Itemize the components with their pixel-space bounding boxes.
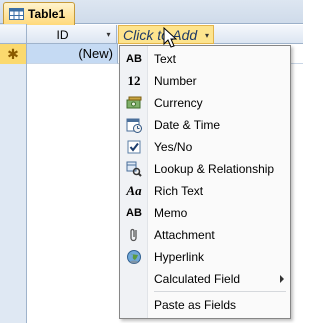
menu-item-label: Date & Time bbox=[154, 118, 221, 132]
currency-icon bbox=[120, 92, 148, 114]
text-icon: AB bbox=[126, 53, 142, 65]
menu-item-label: Memo bbox=[154, 206, 188, 220]
chevron-down-icon[interactable]: ▾ bbox=[104, 30, 113, 39]
datasheet-header-row: ID ▾ Click to Add ▾ bbox=[0, 25, 303, 44]
rich-text-icon: Aa bbox=[126, 183, 142, 198]
menu-item-paste-as-fields[interactable]: Paste as Fields bbox=[120, 294, 290, 316]
menu-item-label: Hyperlink bbox=[154, 250, 205, 264]
menu-item-icon-empty bbox=[120, 268, 148, 290]
menu-item-label: Attachment bbox=[154, 228, 215, 242]
menu-item-label: Calculated Field bbox=[154, 272, 241, 286]
column-header-id-label: ID bbox=[56, 27, 69, 42]
menu-item-text[interactable]: AB Text bbox=[120, 48, 290, 70]
table1-tab[interactable]: Table1 bbox=[3, 2, 75, 25]
menu-separator bbox=[154, 291, 286, 292]
menu-item-label: Paste as Fields bbox=[154, 298, 237, 312]
globe-icon bbox=[120, 246, 148, 268]
menu-item-rich-text[interactable]: Aa Rich Text bbox=[120, 180, 290, 202]
chevron-down-icon[interactable]: ▾ bbox=[205, 31, 209, 40]
table-icon bbox=[9, 8, 24, 20]
menu-item-label: Rich Text bbox=[154, 184, 204, 198]
mouse-pointer-icon bbox=[163, 26, 179, 49]
tab-title: Table1 bbox=[28, 7, 66, 21]
new-record-selector[interactable]: ✱ bbox=[0, 44, 27, 64]
lookup-icon bbox=[120, 158, 148, 180]
checkbox-icon bbox=[120, 136, 148, 158]
menu-item-memo[interactable]: AB Memo bbox=[120, 202, 290, 224]
menu-item-label: Yes/No bbox=[154, 140, 193, 154]
menu-item-label: Currency bbox=[154, 96, 203, 110]
memo-icon: AB bbox=[126, 207, 142, 219]
menu-item-yes-no[interactable]: Yes/No bbox=[120, 136, 290, 158]
field-type-menu: AB Text 12 Number Currency Date & Time Y… bbox=[119, 45, 291, 319]
menu-item-hyperlink[interactable]: Hyperlink bbox=[120, 246, 290, 268]
click-to-add-label: Click to Add bbox=[123, 26, 198, 43]
menu-item-attachment[interactable]: Attachment bbox=[120, 224, 290, 246]
record-selector-column bbox=[0, 24, 27, 323]
document-tab-strip: Table1 bbox=[0, 0, 303, 25]
menu-item-calculated-field[interactable]: Calculated Field bbox=[120, 268, 290, 290]
menu-item-label: Text bbox=[154, 52, 177, 66]
menu-item-icon-empty bbox=[120, 294, 148, 316]
paperclip-icon bbox=[120, 224, 148, 246]
menu-item-number[interactable]: 12 Number bbox=[120, 70, 290, 92]
id-cell[interactable]: (New) bbox=[27, 44, 118, 64]
column-header-id[interactable]: ID ▾ bbox=[27, 25, 117, 44]
calendar-icon bbox=[120, 114, 148, 136]
select-all-button[interactable] bbox=[0, 25, 27, 44]
menu-item-date-time[interactable]: Date & Time bbox=[120, 114, 290, 136]
submenu-arrow-icon bbox=[280, 275, 284, 283]
menu-item-label: Number bbox=[154, 74, 197, 88]
menu-item-currency[interactable]: Currency bbox=[120, 92, 290, 114]
menu-item-lookup-relationship[interactable]: Lookup & Relationship bbox=[120, 158, 290, 180]
menu-item-label: Lookup & Relationship bbox=[154, 162, 275, 176]
number-icon: 12 bbox=[127, 73, 141, 88]
